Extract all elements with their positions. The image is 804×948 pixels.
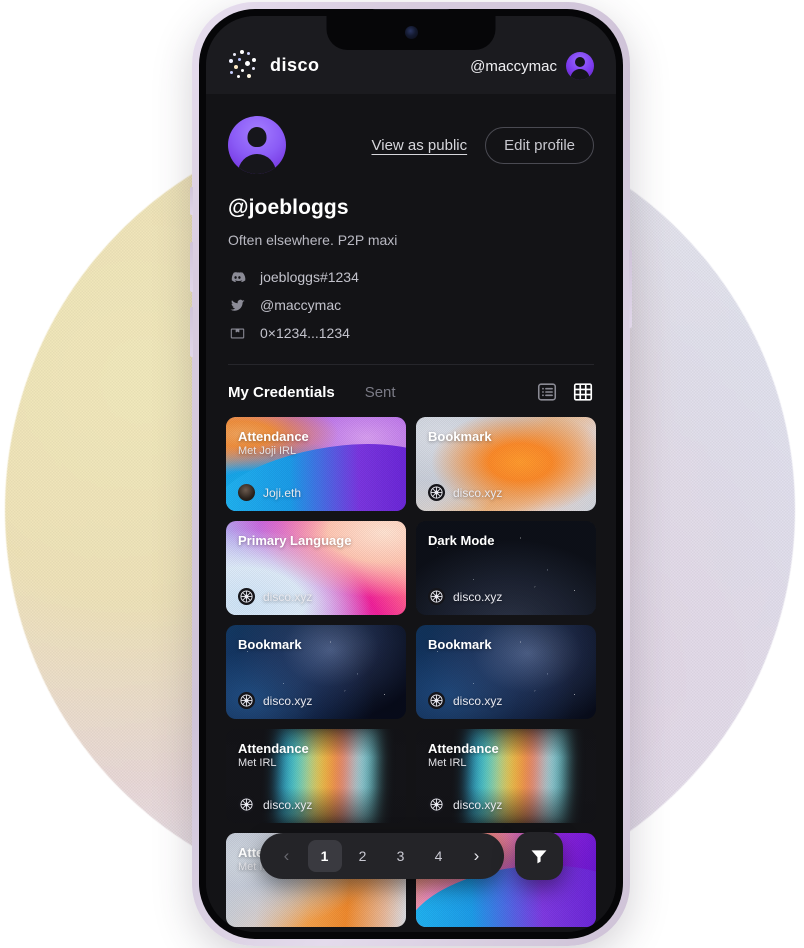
credential-card[interactable]: Bookmark disco.xyz: [416, 625, 596, 719]
credential-card[interactable]: Bookmark disco.xyz: [226, 625, 406, 719]
credential-title: Dark Mode: [428, 533, 495, 548]
issuer-name: disco.xyz: [263, 589, 313, 604]
credential-issuer: Joji.eth: [238, 484, 301, 501]
profile-avatar[interactable]: [228, 116, 286, 174]
tab-sent[interactable]: Sent: [365, 384, 396, 401]
phone-notch: [326, 16, 496, 50]
pagination-controls: ‹ 1234 ›: [259, 833, 504, 879]
chevron-left-icon[interactable]: ‹: [270, 840, 304, 872]
phone-mockup-frame: disco @maccymac View as public Edit prof…: [190, 2, 632, 946]
credential-issuer: disco.xyz: [238, 796, 312, 813]
credential-title: Bookmark: [428, 637, 492, 652]
phone-power-button: [629, 250, 632, 328]
phone-volume-up-button: [190, 242, 193, 292]
twitter-icon: [228, 296, 246, 314]
profile-handle: @joebloggs: [228, 196, 349, 219]
credential-issuer: disco.xyz: [428, 692, 502, 709]
profile-links-list: joebloggs#1234 @maccymac 0×1234...1234: [228, 268, 594, 342]
credential-title: Attendance: [238, 429, 309, 444]
brand-logo[interactable]: disco: [228, 50, 320, 80]
credential-card[interactable]: Primary Language disco.xyz: [226, 521, 406, 615]
issuer-name: disco.xyz: [263, 797, 313, 812]
disco-issuer-icon: [238, 796, 255, 813]
edit-profile-button[interactable]: Edit profile: [485, 126, 594, 164]
phone-silent-switch: [190, 187, 193, 215]
credential-subtitle: Met IRL: [428, 757, 467, 769]
pagination-page-2[interactable]: 2: [346, 840, 380, 872]
disco-issuer-icon: [428, 484, 445, 501]
issuer-name: disco.xyz: [453, 693, 503, 708]
credential-issuer: disco.xyz: [428, 796, 502, 813]
credentials-tabs-bar: My Credentials Sent: [206, 365, 616, 417]
issuer-name: disco.xyz: [453, 797, 503, 812]
disco-app: disco @maccymac View as public Edit prof…: [206, 16, 616, 932]
wallet-address: 0×1234...1234: [260, 325, 350, 341]
phone-screen: disco @maccymac View as public Edit prof…: [206, 16, 616, 932]
disco-issuer-icon: [238, 692, 255, 709]
credential-card[interactable]: Attendance Met IRL disco.xyz: [226, 729, 406, 823]
credential-issuer: disco.xyz: [428, 484, 502, 501]
pagination-page-4[interactable]: 4: [422, 840, 456, 872]
screenshot-stage: disco @maccymac View as public Edit prof…: [0, 0, 804, 948]
brand-wordmark: disco: [270, 54, 320, 75]
credential-issuer: disco.xyz: [428, 588, 502, 605]
pagination-page-3[interactable]: 3: [384, 840, 418, 872]
list-view-icon[interactable]: [536, 381, 558, 403]
credential-card[interactable]: Attendance Met Joji IRL Joji.eth: [226, 417, 406, 511]
profile-bio: Often elsewhere. P2P maxi: [228, 232, 398, 248]
profile-section: View as public Edit profile @joebloggs O…: [206, 94, 616, 365]
chevron-right-icon[interactable]: ›: [460, 840, 494, 872]
top-user-menu[interactable]: @maccymac: [470, 52, 594, 80]
front-camera-icon: [404, 26, 418, 39]
pagination-numbers: 1234: [307, 840, 456, 872]
discord-handle: joebloggs#1234: [260, 269, 359, 285]
credential-issuer: disco.xyz: [238, 588, 312, 605]
wallet-icon: [228, 324, 246, 342]
credential-title: Bookmark: [428, 429, 492, 444]
credential-subtitle: Met Joji IRL: [238, 445, 297, 457]
profile-link-discord[interactable]: joebloggs#1234: [228, 268, 594, 286]
tab-my-credentials[interactable]: My Credentials: [228, 384, 335, 401]
pagination-bar: ‹ 1234 ›: [206, 832, 616, 880]
disco-issuer-icon: [428, 588, 445, 605]
issuer-name: disco.xyz: [263, 693, 313, 708]
credential-card[interactable]: Dark Mode disco.xyz: [416, 521, 596, 615]
view-as-public-link[interactable]: View as public: [372, 137, 468, 154]
phone-volume-down-button: [190, 307, 193, 357]
credential-title: Bookmark: [238, 637, 302, 652]
phone-earpiece-speaker: [372, 9, 450, 10]
disco-dots-icon: [228, 50, 258, 80]
profile-link-twitter[interactable]: @maccymac: [228, 296, 594, 314]
grid-view-icon[interactable]: [572, 381, 594, 403]
credential-issuer: disco.xyz: [238, 692, 312, 709]
top-user-avatar[interactable]: [566, 52, 594, 80]
disco-issuer-icon: [428, 692, 445, 709]
issuer-name: disco.xyz: [453, 589, 503, 604]
credential-subtitle: Met IRL: [238, 757, 277, 769]
filter-icon: [531, 850, 546, 864]
issuer-name: Joji.eth: [263, 485, 302, 500]
credential-title: Primary Language: [238, 533, 352, 548]
credential-card[interactable]: Bookmark disco.xyz: [416, 417, 596, 511]
pagination-page-1[interactable]: 1: [307, 840, 342, 872]
credential-card[interactable]: Attendance Met IRL disco.xyz: [416, 729, 596, 823]
disco-issuer-icon: [428, 796, 445, 813]
credential-title: Attendance: [428, 741, 499, 756]
top-user-handle: @maccymac: [470, 57, 557, 75]
discord-icon: [228, 268, 246, 286]
twitter-handle: @maccymac: [260, 297, 342, 313]
profile-actions: View as public Edit profile: [372, 126, 594, 164]
disco-issuer-icon: [238, 588, 255, 605]
phone-bezel: disco @maccymac View as public Edit prof…: [199, 9, 623, 939]
credential-title: Attendance: [238, 741, 309, 756]
profile-link-wallet[interactable]: 0×1234...1234: [228, 324, 594, 342]
issuer-avatar: [238, 484, 255, 501]
profile-header-row: View as public Edit profile: [228, 116, 594, 174]
filter-button[interactable]: [514, 832, 563, 880]
issuer-name: disco.xyz: [453, 485, 503, 500]
view-toggle-group: [536, 381, 594, 403]
